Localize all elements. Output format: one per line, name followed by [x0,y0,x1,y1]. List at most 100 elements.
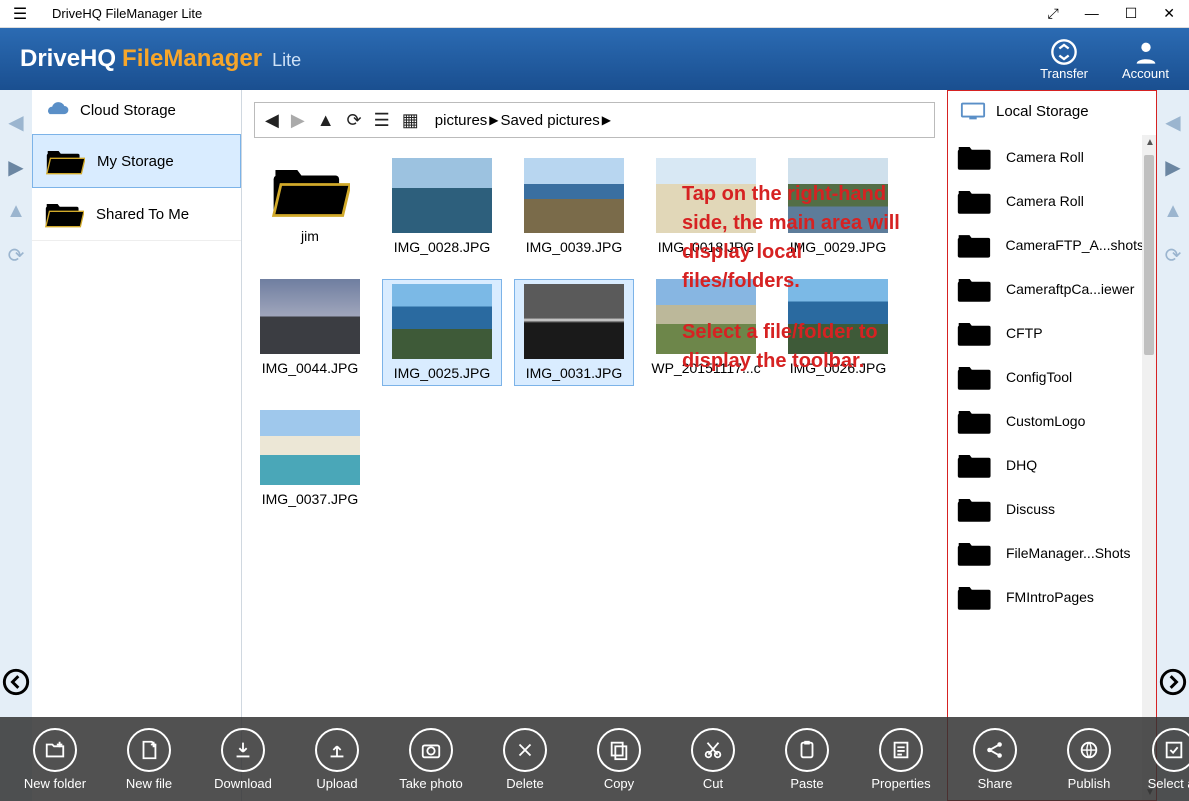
image-thumbnail [260,410,360,485]
folder-icon [956,581,996,613]
breadcrumb-segment[interactable]: pictures [435,112,488,129]
main-content: ◀ ▶ ▲ ⟳ ☰ ▦ pictures▶Saved pictures▶ jim… [242,90,947,801]
folder-icon [956,493,996,525]
up-icon[interactable]: ▲ [315,110,337,131]
local-folder-item[interactable]: CustomLogo [948,399,1152,443]
folder-icon [45,145,85,177]
local-folder-item[interactable]: Discuss [948,487,1152,531]
local-folder-item[interactable]: DHQ [948,443,1152,487]
nav-up-icon-r[interactable]: ▲ [1163,200,1183,223]
account-button[interactable]: Account [1122,38,1169,81]
delete-button[interactable]: Delete [478,728,572,791]
scrollbar[interactable]: ▲ ▼ [1142,135,1156,800]
take-photo-icon [409,728,453,772]
chevron-right-icon: ▶ [489,113,498,127]
image-thumbnail [260,279,360,354]
account-icon [1132,38,1160,66]
nav-back-icon[interactable]: ◀ [8,110,23,135]
new-folder-button[interactable]: New folder [8,728,102,791]
folder-icon [956,141,996,173]
local-storage-panel: Local Storage Camera RollCamera RollCame… [947,90,1157,801]
collapse-left-icon[interactable] [2,668,30,701]
transfer-button[interactable]: Transfer [1040,38,1088,81]
delete-icon [503,728,547,772]
folder-icon [956,449,996,481]
tree-item-shared-to-me[interactable]: Shared To Me [32,188,241,241]
expand-icon[interactable]: ⤢ [1042,5,1065,22]
cut-button[interactable]: Cut [666,728,760,791]
window-titlebar: ☰ DriveHQ FileManager Lite ⤢ — ☐ ✕ [0,0,1189,28]
local-folder-name: FileManager...Shots [1006,545,1131,561]
nav-forward-icon[interactable]: ▶ [8,155,23,180]
cloud-icon [44,100,70,120]
action-label: Publish [1068,776,1111,791]
nav-up-icon[interactable]: ▲ [6,200,26,223]
copy-button[interactable]: Copy [572,728,666,791]
tree-item-my-storage[interactable]: My Storage [32,134,241,188]
grid-view-icon[interactable]: ▦ [400,110,421,131]
close-icon[interactable]: ✕ [1157,5,1181,22]
reload-icon[interactable]: ⟳ [345,110,364,131]
local-folder-item[interactable]: CFTP [948,311,1152,355]
minimize-icon[interactable]: — [1079,5,1105,22]
folder-icon [956,317,996,349]
local-folder-item[interactable]: CameraftpCa...iewer [948,267,1152,311]
action-label: Paste [790,776,823,791]
nav-back-icon-r[interactable]: ◀ [1165,110,1180,135]
refresh-icon-r[interactable]: ⟳ [1165,243,1182,268]
scroll-up-icon[interactable]: ▲ [1145,137,1155,148]
file-item[interactable]: IMG_0025.JPG [382,279,502,386]
forward-icon[interactable]: ▶ [289,110,307,131]
local-folder-item[interactable]: CameraFTP_A...shots [948,223,1152,267]
file-item[interactable]: IMG_0037.JPG [250,410,370,507]
refresh-icon[interactable]: ⟳ [8,243,25,268]
file-name: IMG_0031.JPG [526,365,623,381]
local-folder-item[interactable]: Camera Roll [948,179,1152,223]
publish-button[interactable]: Publish [1042,728,1136,791]
share-button[interactable]: Share [948,728,1042,791]
bottom-action-bar: New folder New file DownloadUploadTake pho… [0,717,1189,801]
local-folder-item[interactable]: ConfigTool [948,355,1152,399]
local-folder-item[interactable]: FMIntroPages [948,575,1152,619]
file-item[interactable]: IMG_0028.JPG [382,158,502,255]
file-item[interactable]: IMG_0044.JPG [250,279,370,386]
action-label: Copy [604,776,634,791]
breadcrumb-segment[interactable]: Saved pictures [501,112,600,129]
new-file-button[interactable]: New file [102,728,196,791]
menu-icon[interactable]: ☰ [8,4,32,24]
maximize-icon[interactable]: ☐ [1119,5,1144,22]
upload-button[interactable]: Upload [290,728,384,791]
collapse-right-icon[interactable] [1159,668,1187,701]
file-item[interactable]: IMG_0039.JPG [514,158,634,255]
image-thumbnail [524,158,624,233]
image-thumbnail [524,284,624,359]
paste-button[interactable]: Paste [760,728,854,791]
upload-icon [315,728,359,772]
window-title: DriveHQ FileManager Lite [52,6,202,21]
action-label: New file [126,776,172,791]
chevron-right-icon: ▶ [602,113,611,127]
local-folder-item[interactable]: Camera Roll [948,135,1152,179]
breadcrumb: pictures▶Saved pictures▶ [435,112,611,129]
local-folder-item[interactable]: FileManager...Shots [948,531,1152,575]
file-item[interactable]: IMG_0031.JPG [514,279,634,386]
image-thumbnail [392,284,492,359]
list-view-icon[interactable]: ☰ [372,110,392,131]
annotation-overlay: Tap on the right-hand side, the main are… [682,180,922,376]
folder-item[interactable]: jim [250,158,370,255]
app-header: DriveHQ FileManager Lite Transfer Accoun… [0,28,1189,90]
transfer-icon [1050,38,1078,66]
nav-forward-icon-r[interactable]: ▶ [1165,155,1180,180]
local-folder-name: ConfigTool [1006,369,1072,385]
download-button[interactable]: Download [196,728,290,791]
take-photo-button[interactable]: Take photo [384,728,478,791]
folder-icon [956,229,996,261]
folder-icon [956,361,996,393]
file-name: jim [301,228,319,244]
properties-button[interactable]: Properties [854,728,948,791]
monitor-icon [960,101,986,121]
select-all-button[interactable]: Select all [1144,728,1189,791]
back-icon[interactable]: ◀ [263,110,281,131]
file-name: IMG_0028.JPG [394,239,491,255]
scroll-thumb[interactable] [1144,155,1154,355]
